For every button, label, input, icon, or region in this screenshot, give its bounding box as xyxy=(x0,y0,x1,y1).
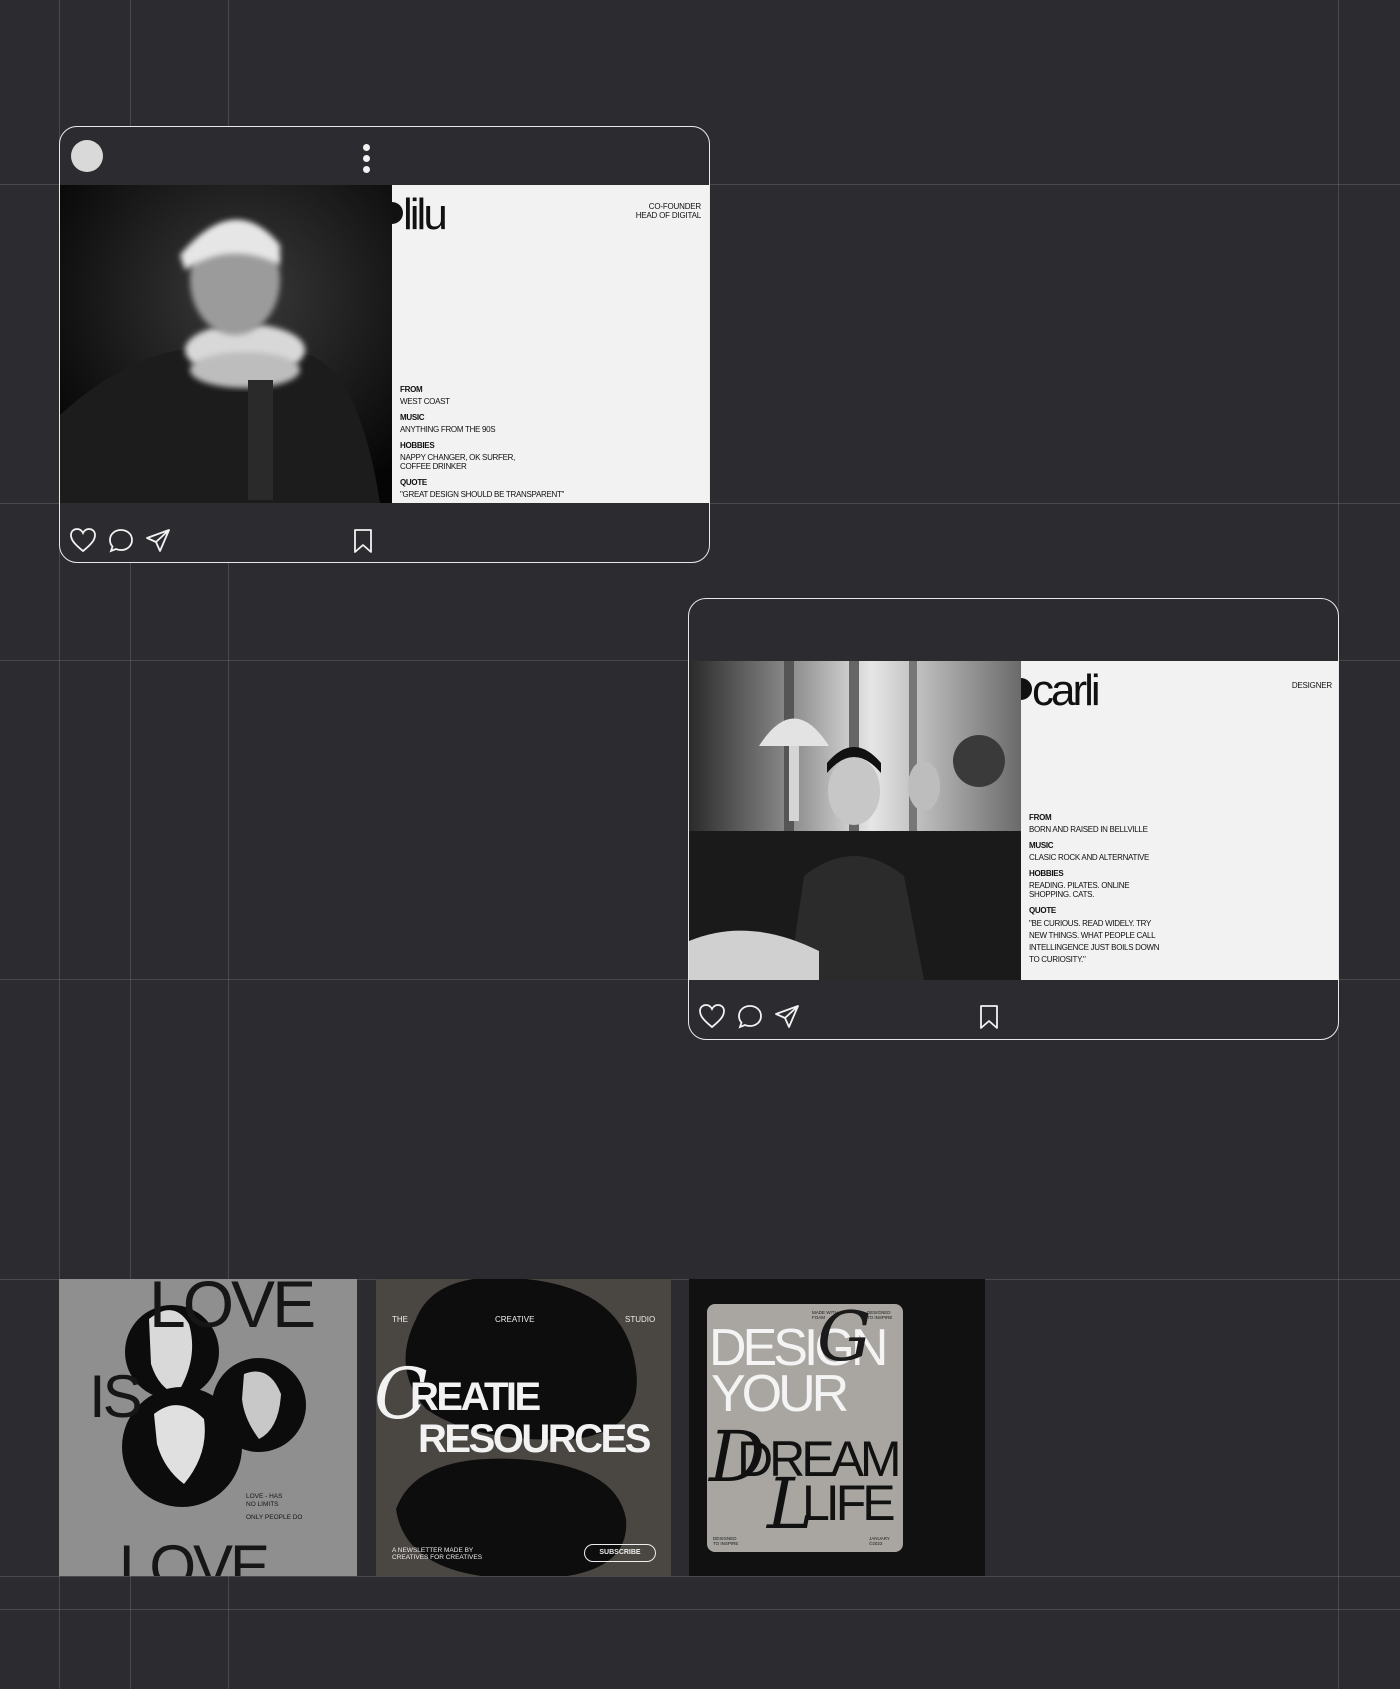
profile-name: carli xyxy=(1032,666,1101,715)
field-label: QUOTE xyxy=(400,478,427,487)
more-vertical-icon[interactable] xyxy=(360,144,372,174)
bookmark-icon[interactable] xyxy=(353,528,373,554)
dream-small-bottom-left: DESIGNED TO INSPIRE xyxy=(713,1536,738,1546)
creatie-headline-line1: REATIE xyxy=(410,1375,541,1419)
creatie-top-right: STUDIO xyxy=(625,1315,656,1324)
caption-line: NO LIMITS xyxy=(246,1501,279,1508)
comment-icon[interactable] xyxy=(737,1004,763,1030)
footer-line: A NEWSLETTER MADE BY xyxy=(392,1547,474,1554)
field-value: ANYTHING FROM THE 90S xyxy=(400,425,496,434)
field-value: BORN AND RAISED IN BELLVILLE xyxy=(1029,825,1148,834)
profile-role: DESIGNER xyxy=(1292,681,1332,690)
bookmark-icon[interactable] xyxy=(979,1004,999,1030)
portrait-image xyxy=(689,661,1021,980)
love-caption: LOVE - HAS NO LIMITS ONLY PEOPLE DO xyxy=(246,1493,302,1522)
portrait-image xyxy=(60,185,392,503)
field-value: NAPPY CHANGER, OK SURFER, COFFEE DRINKER xyxy=(400,453,516,471)
love-bottom-word: LOVE xyxy=(119,1533,270,1577)
heart-icon[interactable] xyxy=(69,527,97,553)
field-from: FROM WEST COAST xyxy=(400,385,700,406)
profile-photo xyxy=(60,185,392,503)
profile-info-panel: lilu CO-FOUNDER HEAD OF DIGITAL FROM WES… xyxy=(392,185,709,503)
profile-fields: FROM WEST COAST MUSIC ANYTHING FROM THE … xyxy=(400,385,700,503)
small-text: TO INSPIRE xyxy=(713,1541,739,1546)
field-music: MUSIC ANYTHING FROM THE 90S xyxy=(400,413,700,434)
field-label: HOBBIES xyxy=(400,441,435,450)
grid-line xyxy=(0,1609,1400,1610)
field-hobbies: HOBBIES READING. PILATES. ONLINE SHOPPIN… xyxy=(1029,869,1329,899)
field-music: MUSIC CLASIC ROCK AND ALTERNATIVE xyxy=(1029,841,1329,862)
post-tile-creatie[interactable]: THE CREATIVE STUDIO C REATIE RESOURCES A… xyxy=(376,1279,671,1576)
send-icon[interactable] xyxy=(774,1004,800,1030)
send-icon[interactable] xyxy=(145,528,171,554)
field-quote: QUOTE "GREAT DESIGN SHOULD BE TRANSPAREN… xyxy=(400,478,700,499)
profile-fields: FROM BORN AND RAISED IN BELLVILLE MUSIC … xyxy=(1029,813,1329,973)
love-side-word: IS xyxy=(89,1363,143,1430)
field-value: "GREAT DESIGN SHOULD BE TRANSPARENT" xyxy=(400,490,565,499)
dream-card: MADE WITH FOAM DESIGNED TO INSPIRE DESIG… xyxy=(707,1304,903,1552)
caption-line: LOVE - HAS xyxy=(246,1493,283,1500)
field-label: MUSIC xyxy=(1029,841,1054,850)
love-top-word: LOVE xyxy=(149,1279,316,1341)
field-label: MUSIC xyxy=(400,413,425,422)
grid-line xyxy=(0,1576,1400,1577)
creatie-footer: A NEWSLETTER MADE BY CREATIVES FOR CREAT… xyxy=(392,1547,482,1561)
comment-icon[interactable] xyxy=(108,528,134,554)
footer-line: CREATIVES FOR CREATIVES xyxy=(392,1554,483,1561)
dream-script-g: G xyxy=(817,1304,872,1377)
field-from: FROM BORN AND RAISED IN BELLVILLE xyxy=(1029,813,1329,834)
profile-info-panel: carli DESIGNER FROM BORN AND RAISED IN B… xyxy=(1021,661,1338,980)
small-text: ©2023 xyxy=(869,1541,883,1546)
dream-script-d: D xyxy=(709,1416,766,1498)
heart-icon[interactable] xyxy=(698,1003,726,1029)
role-line: CO-FOUNDER xyxy=(648,202,701,211)
profile-role: CO-FOUNDER HEAD OF DIGITAL xyxy=(635,202,702,220)
role-line: HEAD OF DIGITAL xyxy=(635,211,702,220)
creatie-top-center: CREATIVE xyxy=(495,1315,535,1324)
creatie-top-left: THE xyxy=(392,1315,408,1324)
name-bullet xyxy=(392,202,403,224)
name-bullet xyxy=(1021,678,1032,700)
creatie-headline-line2: RESOURCES xyxy=(418,1417,651,1461)
field-hobbies: HOBBIES NAPPY CHANGER, OK SURFER, COFFEE… xyxy=(400,441,700,471)
field-label: QUOTE xyxy=(1029,906,1056,915)
field-value: READING. PILATES. ONLINE SHOPPING. CATS. xyxy=(1029,881,1130,899)
dream-script-l: L xyxy=(767,1463,814,1545)
caption-line: ONLY PEOPLE DO xyxy=(246,1514,303,1521)
field-value: CLASIC ROCK AND ALTERNATIVE xyxy=(1029,853,1150,862)
field-value: WEST COAST xyxy=(400,397,450,406)
field-value: "BE CURIOUS. READ WIDELY. TRY NEW THINGS… xyxy=(1029,919,1160,964)
profile-photo xyxy=(689,661,1021,980)
field-quote: QUOTE "BE CURIOUS. READ WIDELY. TRY NEW … xyxy=(1029,906,1329,966)
post-card-lilu: lilu CO-FOUNDER HEAD OF DIGITAL FROM WES… xyxy=(59,126,710,563)
post-card-carli: carli DESIGNER FROM BORN AND RAISED IN B… xyxy=(688,598,1339,1040)
field-label: HOBBIES xyxy=(1029,869,1064,878)
subscribe-button[interactable]: SUBSCRIBE xyxy=(584,1544,656,1562)
avatar[interactable] xyxy=(71,140,103,172)
field-label: FROM xyxy=(400,385,423,394)
dream-line-life: LIFE xyxy=(802,1475,896,1531)
dream-small-bottom-right: JANUARY ©2023 xyxy=(869,1536,890,1546)
post-tile-love[interactable]: LOVE IS LOVE LOVE - HAS NO LIMITS ONLY P… xyxy=(59,1279,357,1576)
post-tile-dream[interactable]: MADE WITH FOAM DESIGNED TO INSPIRE DESIG… xyxy=(689,1279,985,1576)
field-label: FROM xyxy=(1029,813,1052,822)
profile-name: lilu xyxy=(403,190,448,239)
role-line: DESIGNER xyxy=(1291,681,1332,690)
